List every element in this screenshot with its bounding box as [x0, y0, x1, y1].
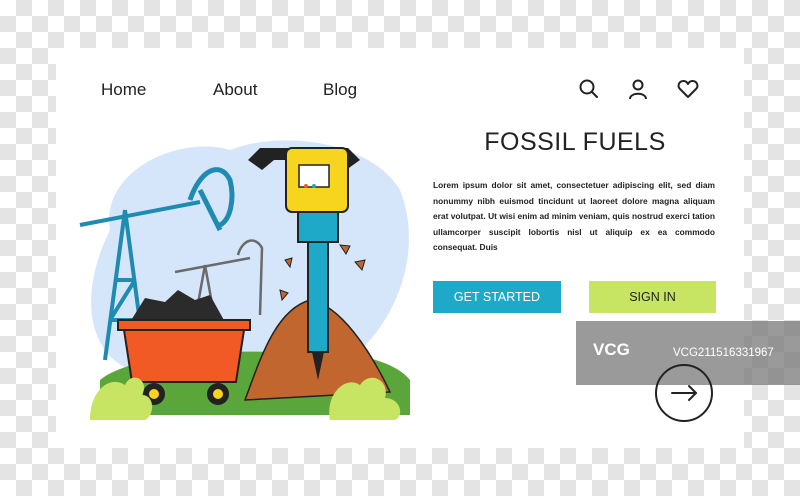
bush-left — [90, 377, 153, 420]
heart-icon[interactable] — [676, 77, 700, 101]
user-icon[interactable] — [626, 77, 650, 101]
arrow-right-icon — [671, 385, 697, 401]
sign-in-button[interactable]: SIGN IN — [589, 281, 716, 313]
search-icon[interactable] — [577, 77, 601, 101]
next-button[interactable] — [655, 364, 713, 422]
nav-home[interactable]: Home — [101, 80, 146, 100]
hero-body-text: Lorem ipsum dolor sit amet, consectetuer… — [433, 180, 715, 252]
fossil-fuels-illustration — [79, 140, 410, 420]
get-started-button[interactable]: GET STARTED — [433, 281, 561, 313]
page-title: FOSSIL FUELS — [484, 128, 666, 156]
watermark-id: VCG211516331967 — [673, 347, 774, 359]
nav-blog[interactable]: Blog — [323, 80, 357, 100]
watermark-logo: VCG — [593, 340, 630, 359]
nav-about[interactable]: About — [213, 80, 257, 100]
